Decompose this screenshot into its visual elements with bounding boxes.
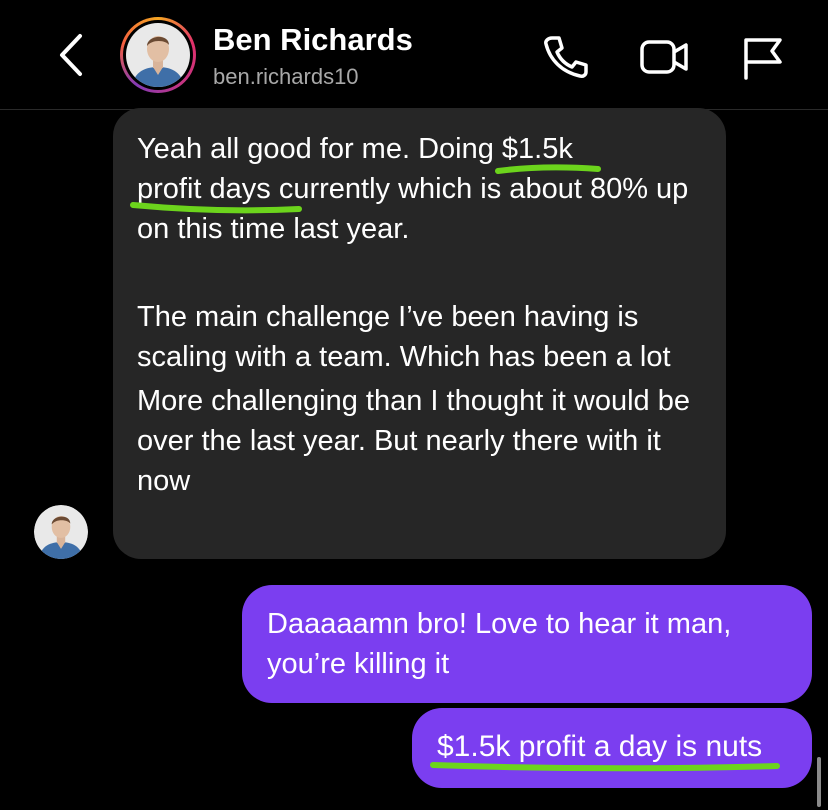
- profile-avatar[interactable]: [120, 17, 196, 93]
- highlighted-message: $1.5k profit a day is nuts: [430, 727, 780, 772]
- highlight-underline: [494, 164, 601, 174]
- phone-icon: [544, 36, 588, 78]
- message-text: Yeah all good for me. Doing: [137, 133, 502, 165]
- highlight-underline: [130, 202, 302, 214]
- chat-header: Ben Richards ben.richards10: [0, 0, 828, 110]
- contact-name[interactable]: Ben Richards: [213, 22, 413, 58]
- highlighted-amount: $1.5k: [494, 129, 601, 174]
- flag-icon: [744, 38, 782, 80]
- highlighted-phrase: profit days: [130, 169, 302, 214]
- sender-avatar[interactable]: [34, 505, 88, 559]
- avatar-photo: [34, 505, 88, 559]
- sent-message[interactable]: $1.5k profit a day is nuts: [412, 708, 812, 788]
- chevron-left-icon: [60, 34, 82, 76]
- message-paragraph: More challenging than I thought it would…: [137, 385, 690, 497]
- contact-handle: ben.richards10: [213, 64, 359, 89]
- avatar-photo: [126, 23, 190, 87]
- report-button[interactable]: [736, 34, 786, 80]
- video-call-button[interactable]: [636, 34, 688, 80]
- message-paragraph: Yeah all good for me. Doing $1.5k profit …: [130, 129, 706, 249]
- video-camera-icon: [640, 40, 688, 74]
- back-button[interactable]: [52, 30, 92, 80]
- message-paragraph: The main challenge I’ve been having is s…: [137, 301, 671, 373]
- highlight-underline: [430, 762, 780, 772]
- sent-message[interactable]: Daaaaamn bro! Love to hear it man, you’r…: [242, 585, 812, 703]
- call-button[interactable]: [540, 34, 590, 80]
- scrollbar[interactable]: [817, 757, 821, 807]
- message-text: Daaaaamn bro! Love to hear it man, you’r…: [267, 608, 732, 680]
- received-message[interactable]: Yeah all good for me. Doing $1.5k profit …: [113, 108, 726, 559]
